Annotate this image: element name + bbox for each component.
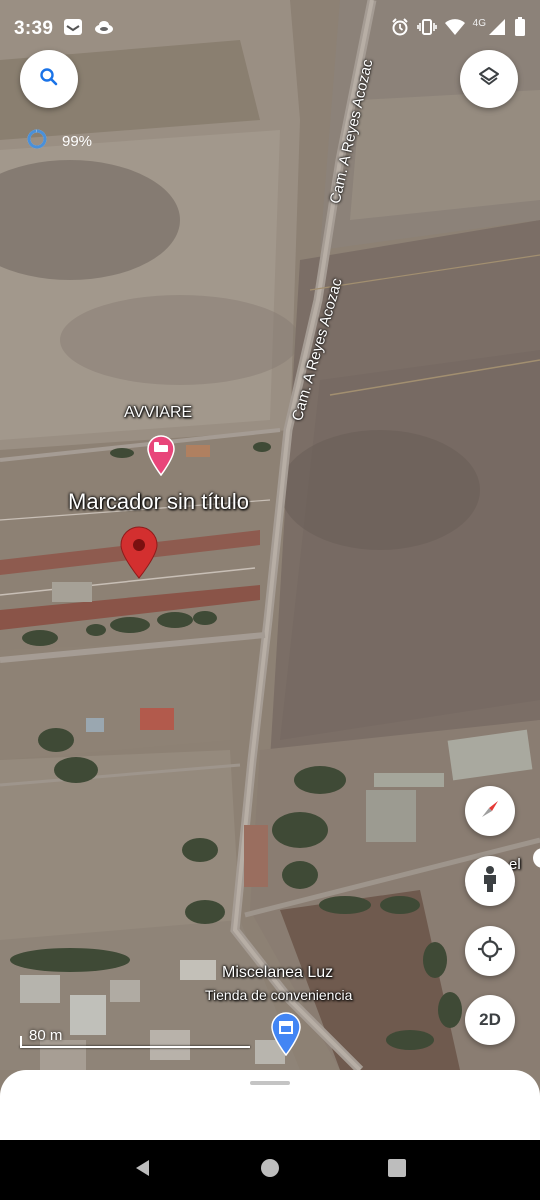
store-pin-icon[interactable] xyxy=(270,1012,302,1061)
back-icon[interactable] xyxy=(133,1158,153,1183)
marker-title: Marcador sin título xyxy=(68,489,249,514)
location-marker-icon[interactable] xyxy=(119,526,159,585)
search-icon xyxy=(39,67,59,92)
search-button[interactable] xyxy=(20,50,78,108)
scale-label: 80 m xyxy=(29,1027,63,1044)
partial-pin-icon[interactable] xyxy=(531,846,540,879)
layers-button[interactable] xyxy=(460,50,518,108)
compass-icon xyxy=(476,795,504,828)
loading-ring-icon xyxy=(26,128,48,154)
cloud-icon xyxy=(93,18,115,41)
home-icon[interactable] xyxy=(260,1158,280,1183)
loading-percent: 99% xyxy=(62,132,93,150)
status-bar: 3:39 4G xyxy=(0,0,540,58)
pegman-icon xyxy=(480,865,500,898)
layers-icon xyxy=(478,66,500,93)
map-scale: 80 m xyxy=(20,1026,250,1048)
system-nav-bar xyxy=(0,1140,540,1200)
view-mode-2d-button[interactable]: 2D xyxy=(465,995,515,1045)
place-label-hotel[interactable]: AVVIARE xyxy=(124,404,192,422)
signal-icon xyxy=(488,18,506,41)
battery-icon xyxy=(514,16,526,42)
recents-icon[interactable] xyxy=(387,1158,407,1183)
satellite-map[interactable]: Cam. A Reyes Acozac Cam. A Reyes Acozac … xyxy=(0,0,540,1140)
wifi-icon xyxy=(444,18,465,41)
my-location-icon xyxy=(477,936,503,967)
sheet-drag-handle[interactable] xyxy=(250,1081,290,1085)
place-category-store: Tienda de conveniencia xyxy=(205,987,353,1003)
loading-indicator: 99% xyxy=(26,128,92,154)
status-time: 3:39 xyxy=(14,18,54,39)
place-label-store[interactable]: Miscelanea Luz xyxy=(222,964,333,982)
hotel-pin-icon[interactable] xyxy=(146,434,176,481)
vibrate-icon xyxy=(416,18,437,41)
alarm-icon xyxy=(391,17,409,41)
my-location-button[interactable] xyxy=(465,926,515,976)
network-type: 4G xyxy=(472,17,486,29)
bottom-sheet[interactable] xyxy=(0,1070,540,1140)
mail-icon xyxy=(63,18,83,41)
compass-button[interactable] xyxy=(465,786,515,836)
street-view-button[interactable] xyxy=(465,856,515,906)
